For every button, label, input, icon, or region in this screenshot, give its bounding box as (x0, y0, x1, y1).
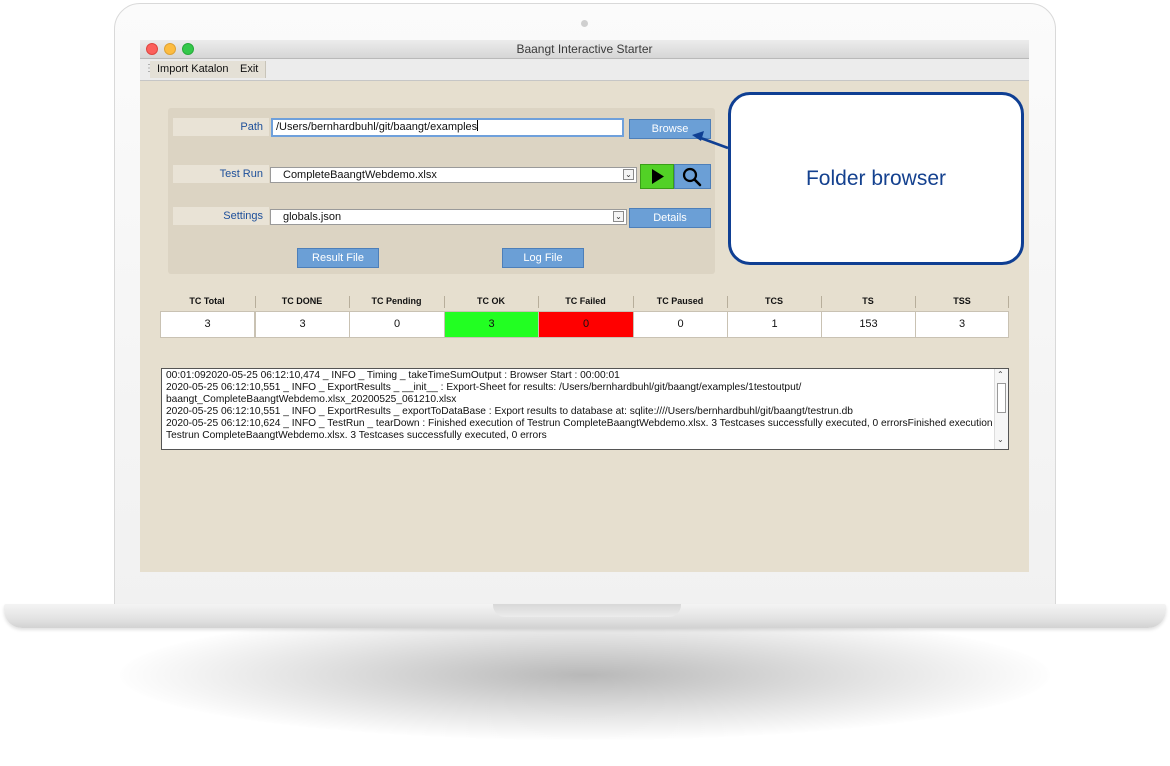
stats-header-tc-done: TC DONE (281, 296, 323, 306)
log-line: 2020-05-25 06:12:10,551 _ INFO _ ExportR… (166, 406, 853, 417)
log-line: Testrun CompleteBaangtWebdemo.xlsx. 3 Te… (166, 430, 547, 441)
stats-value-tc-paused: 0 (633, 311, 728, 338)
stats-value-tcs: 1 (727, 311, 822, 338)
stats-value-tc-ok: 3 (444, 311, 539, 338)
callout-text: Folder browser (805, 167, 947, 190)
log-line: 2020-05-25 06:12:10,551 _ INFO _ ExportR… (166, 382, 802, 393)
play-icon (652, 169, 664, 184)
folder-browser-callout: Folder browser (728, 92, 1024, 265)
scroll-down-icon[interactable]: ⌄ (997, 435, 1004, 444)
settings-value: globals.json (283, 211, 342, 223)
log-line: 2020-05-25 06:12:10,624 _ INFO _ TestRun… (166, 418, 1004, 429)
log-line: 00:01:092020-05-25 06:12:10,474 _ INFO _… (166, 370, 620, 381)
minimize-window-button[interactable] (164, 43, 176, 55)
menu-import-katalon[interactable]: Import Katalon (150, 61, 237, 78)
stats-value-tss: 3 (915, 311, 1009, 338)
stats-value-tc-pending: 0 (349, 311, 445, 338)
stats-header-tc-failed: TC Failed (565, 296, 606, 306)
stats-separator (1008, 296, 1009, 308)
camera-dot (581, 20, 588, 27)
chevron-down-icon: ⌄ (623, 169, 634, 180)
log-scrollbar[interactable]: ⌃ ⌄ (994, 369, 1008, 449)
stats-header-tcs: TCS (765, 296, 783, 306)
callout-arrow (692, 131, 729, 150)
laptop-shadow (120, 610, 1050, 740)
stats-value-tc-failed: 0 (538, 311, 634, 338)
result-file-button[interactable]: Result File (297, 248, 379, 268)
stats-header-ts: TS (862, 296, 874, 306)
stats-header-tss: TSS (953, 296, 971, 306)
menu-bar: ⋮ Import Katalon Exit (140, 59, 1029, 81)
stats-value-tc-done: 3 (255, 311, 350, 338)
run-button[interactable] (640, 164, 674, 189)
search-icon (682, 167, 702, 187)
maximize-window-button[interactable] (182, 43, 194, 55)
text-cursor (477, 120, 479, 131)
stats-value-tc-total: 3 (160, 311, 255, 338)
testrun-select[interactable]: CompleteBaangtWebdemo.xlsx ⌄ (270, 167, 637, 183)
stats-value-ts: 153 (821, 311, 916, 338)
stats-header-tc-total: TC Total (189, 296, 225, 306)
details-button[interactable]: Details (629, 208, 711, 228)
laptop-base (4, 604, 1166, 628)
menu-exit[interactable]: Exit (233, 61, 267, 78)
testrun-value: CompleteBaangtWebdemo.xlsx (283, 169, 437, 181)
log-output[interactable]: 00:01:092020-05-25 06:12:10,474 _ INFO _… (161, 368, 1009, 450)
search-button[interactable] (674, 164, 711, 189)
scroll-thumb[interactable] (997, 383, 1006, 413)
path-input[interactable]: /Users/bernhardbuhl/git/baangt/examples (271, 118, 624, 137)
log-file-button[interactable]: Log File (502, 248, 584, 268)
title-bar: Baangt Interactive Starter (140, 40, 1029, 59)
scroll-up-icon[interactable]: ⌃ (997, 370, 1004, 379)
stats-header-tc-ok: TC OK (477, 296, 505, 306)
stats-header-tc-paused: TC Paused (656, 296, 704, 306)
close-window-button[interactable] (146, 43, 158, 55)
chevron-down-icon: ⌄ (613, 211, 624, 222)
log-line: baangt_CompleteBaangtWebdemo.xlsx_202005… (166, 394, 457, 405)
path-value: /Users/bernhardbuhl/git/baangt/examples (276, 121, 478, 133)
path-label: Path (173, 118, 269, 136)
settings-select[interactable]: globals.json ⌄ (270, 209, 627, 225)
settings-label: Settings (173, 207, 269, 225)
stats-header-tc-pending: TC Pending (371, 296, 422, 306)
laptop-notch (493, 604, 681, 617)
testrun-label: Test Run (173, 165, 269, 183)
window-title: Baangt Interactive Starter (516, 42, 653, 56)
